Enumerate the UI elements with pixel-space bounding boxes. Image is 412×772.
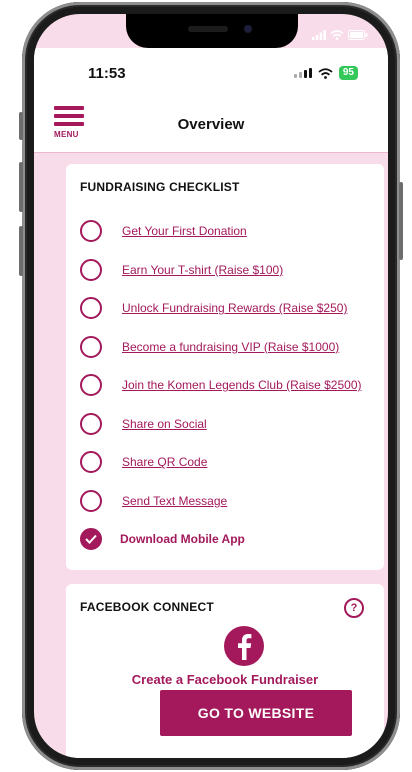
facebook-icon bbox=[224, 626, 264, 666]
signal-icon bbox=[293, 68, 312, 78]
volume-up-button bbox=[19, 162, 23, 212]
checklist-item-first-donation[interactable]: Get Your First Donation bbox=[80, 212, 361, 251]
checklist-item-label[interactable]: Unlock Fundraising Rewards (Raise $250) bbox=[122, 301, 347, 315]
create-facebook-fundraiser-text: Create a Facebook Fundraiser bbox=[131, 672, 319, 687]
checklist-title: FUNDRAISING CHECKLIST bbox=[80, 180, 240, 194]
checklist: Get Your First Donation Earn Your T-shir… bbox=[80, 212, 361, 559]
system-icons: 95 bbox=[293, 66, 358, 80]
phone-frame: 11:53 95 MENU Overview FUNDRAISING CHECK… bbox=[19, 2, 403, 770]
facebook-connect-title: FACEBOOK CONNECT bbox=[80, 600, 214, 614]
checklist-item-label[interactable]: Send Text Message bbox=[122, 494, 227, 508]
checklist-item-text-message[interactable]: Send Text Message bbox=[80, 482, 361, 521]
wifi-icon bbox=[318, 67, 333, 79]
signal-icon bbox=[312, 30, 326, 40]
unchecked-circle-icon bbox=[80, 374, 102, 397]
unchecked-circle-icon bbox=[80, 412, 102, 435]
unchecked-circle-icon bbox=[80, 335, 102, 358]
speaker bbox=[188, 26, 228, 32]
camera bbox=[244, 25, 252, 33]
status-time: 11:53 bbox=[88, 64, 126, 82]
app-header: MENU Overview bbox=[34, 98, 388, 153]
checklist-item-share-social[interactable]: Share on Social bbox=[80, 405, 361, 444]
page-title: Overview bbox=[177, 116, 245, 133]
notch bbox=[126, 14, 298, 48]
unchecked-circle-icon bbox=[80, 297, 102, 320]
checklist-item-mobile-app: Download Mobile App bbox=[80, 520, 361, 559]
checklist-item-rewards[interactable]: Unlock Fundraising Rewards (Raise $250) bbox=[80, 289, 361, 328]
status-bar: 11:53 95 bbox=[34, 48, 388, 98]
checklist-item-tshirt[interactable]: Earn Your T-shirt (Raise $100) bbox=[80, 251, 361, 290]
checklist-item-label[interactable]: Earn Your T-shirt (Raise $100) bbox=[122, 263, 283, 277]
unchecked-circle-icon bbox=[80, 489, 102, 512]
checklist-item-legends-club[interactable]: Join the Komen Legends Club (Raise $2500… bbox=[80, 366, 361, 405]
wifi-icon bbox=[330, 30, 344, 40]
facebook-connect-card: FACEBOOK CONNECT ? Create a Facebook Fun… bbox=[66, 584, 384, 758]
unchecked-circle-icon bbox=[80, 258, 102, 281]
battery-indicator: 95 bbox=[338, 66, 358, 80]
battery-icon-top bbox=[348, 30, 368, 40]
fundraising-checklist-card: FUNDRAISING CHECKLIST Get Your First Don… bbox=[66, 164, 384, 570]
checkmark-icon bbox=[80, 528, 102, 551]
hamburger-icon-bar bbox=[54, 106, 84, 110]
checklist-item-label[interactable]: Share on Social bbox=[122, 417, 207, 431]
checklist-item-vip[interactable]: Become a fundraising VIP (Raise $1000) bbox=[80, 328, 361, 367]
screen: 11:53 95 MENU Overview FUNDRAISING CHECK… bbox=[34, 14, 388, 758]
volume-down-button bbox=[19, 226, 23, 276]
unchecked-circle-icon bbox=[80, 451, 102, 474]
help-icon[interactable]: ? bbox=[344, 598, 364, 618]
checklist-item-label: Download Mobile App bbox=[120, 532, 245, 547]
checklist-item-label[interactable]: Become a fundraising VIP (Raise $1000) bbox=[122, 340, 339, 354]
checklist-item-label[interactable]: Join the Komen Legends Club (Raise $2500… bbox=[122, 378, 361, 392]
top-status-icons bbox=[312, 30, 368, 40]
checklist-item-label[interactable]: Get Your First Donation bbox=[122, 224, 247, 238]
power-button bbox=[399, 182, 403, 260]
unchecked-circle-icon bbox=[80, 220, 102, 243]
go-to-website-button[interactable]: GO TO WEBSITE bbox=[160, 690, 352, 736]
checklist-item-share-qr[interactable]: Share QR Code bbox=[80, 443, 361, 482]
mute-switch bbox=[19, 112, 23, 140]
checklist-item-label[interactable]: Share QR Code bbox=[122, 455, 207, 469]
